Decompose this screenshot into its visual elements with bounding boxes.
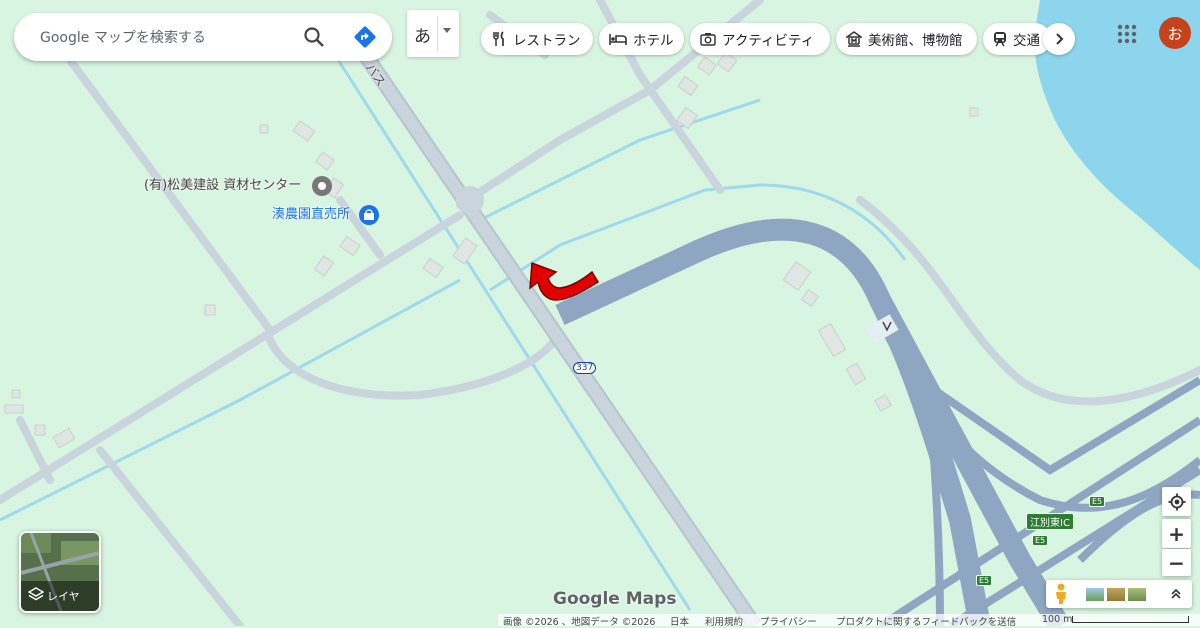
chip-museums[interactable]: 美術館、博物館	[836, 23, 977, 55]
imagery-thumb-1[interactable]	[1086, 588, 1104, 601]
layers-button[interactable]: レイヤ	[19, 531, 101, 613]
my-location-icon	[1168, 493, 1185, 510]
imagery-thumb-3[interactable]	[1128, 588, 1146, 601]
place-label-matsumi[interactable]: (有)松美建設 資材センター	[144, 174, 333, 197]
account-avatar[interactable]: お	[1159, 17, 1191, 49]
chip-hotels[interactable]: ホテル	[599, 23, 684, 55]
pegman-icon[interactable]	[1054, 583, 1068, 605]
imagery-thumb-2[interactable]	[1107, 588, 1125, 601]
bed-icon	[609, 34, 627, 45]
train-icon	[994, 32, 1006, 47]
google-maps-logo: Google Maps	[553, 589, 677, 609]
layers-label: レイヤ	[47, 590, 80, 603]
layers-icon	[28, 587, 44, 601]
chip-label: 美術館、博物館	[868, 33, 963, 49]
search-box	[14, 13, 392, 61]
search-input[interactable]	[38, 25, 292, 51]
interchange-label: 江別東IC	[1026, 513, 1074, 530]
expressway-shield: E5	[1089, 496, 1106, 507]
chip-transit[interactable]: 交通	[983, 23, 1051, 55]
scale-bar	[1072, 616, 1189, 623]
place-pin-icon	[312, 175, 333, 196]
camera-icon	[700, 33, 716, 46]
my-location-button[interactable]	[1162, 487, 1191, 516]
footer-bar: 画像 ©2026 、地図データ ©2026 日本 利用規約 プライバシー プロダ…	[498, 614, 1200, 628]
place-label-minato-farm[interactable]: 湊農園直売所	[272, 203, 380, 226]
chips-next-button[interactable]	[1043, 23, 1075, 55]
input-method-toggle[interactable]: あ	[407, 10, 459, 57]
search-icon[interactable]	[302, 25, 326, 49]
chip-restaurants[interactable]: レストラン	[481, 23, 593, 55]
apps-grid-icon[interactable]	[1115, 22, 1139, 46]
shopping-bag-icon	[359, 204, 380, 225]
museum-icon	[846, 31, 862, 47]
chip-activities[interactable]: アクティビティ	[690, 23, 830, 55]
chip-label: ホテル	[633, 33, 674, 49]
chevron-right-icon	[1056, 33, 1064, 45]
scale-label[interactable]: 100 m	[1042, 614, 1072, 625]
fork-knife-icon	[493, 31, 504, 46]
zoom-in-button[interactable]: +	[1162, 519, 1191, 548]
chip-label: アクティビティ	[722, 33, 815, 49]
chevron-down-icon	[443, 28, 451, 33]
expressway-shield: E5	[976, 575, 993, 586]
ime-label: あ	[414, 27, 431, 47]
chip-label: レストラン	[513, 33, 581, 49]
route-shield: 337	[573, 362, 597, 374]
imagery-bar	[1046, 580, 1192, 608]
expressway-shield: E5	[1032, 535, 1049, 546]
map-canvas[interactable]	[0, 0, 1200, 626]
chip-label: 交通	[1013, 33, 1040, 49]
directions-icon[interactable]	[353, 25, 377, 49]
zoom-out-button[interactable]: −	[1162, 549, 1191, 576]
expand-up-icon[interactable]	[1170, 588, 1182, 600]
